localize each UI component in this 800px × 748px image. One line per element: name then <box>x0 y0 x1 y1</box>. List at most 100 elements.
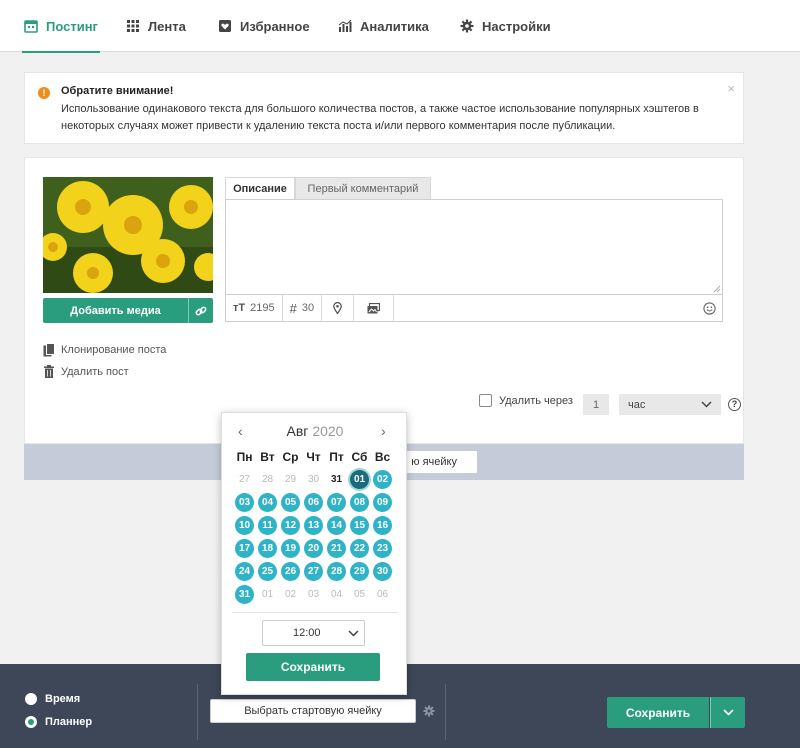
calendar-day[interactable]: 27 <box>304 562 323 581</box>
alert-text: Использование одинакового текста для бол… <box>61 103 699 132</box>
location-pin-icon <box>333 302 342 314</box>
mode-time-radio[interactable] <box>25 693 37 705</box>
tab-settings[interactable]: Настройки <box>460 0 551 52</box>
post-image[interactable] <box>43 177 213 293</box>
mode-planner-option[interactable]: Планнер <box>25 716 92 728</box>
calendar-day: 01 <box>261 589 274 600</box>
calendar-day[interactable]: 15 <box>350 516 369 535</box>
save-options-dropdown[interactable] <box>710 697 745 728</box>
calendar-day[interactable]: 02 <box>373 470 392 489</box>
mode-planner-label: Планнер <box>45 716 93 728</box>
tab-feed[interactable]: Лента <box>126 0 186 52</box>
select-start-cell-button[interactable]: Выбрать стартовую ячейку <box>210 699 416 723</box>
location-button[interactable] <box>322 295 355 321</box>
calendar-icon <box>24 20 38 33</box>
post-text-editor[interactable] <box>225 199 723 295</box>
trash-icon <box>44 365 54 378</box>
gear-icon[interactable] <box>422 704 436 718</box>
calendar-day[interactable]: 25 <box>258 562 277 581</box>
calendar-day[interactable]: 13 <box>304 516 323 535</box>
help-icon[interactable]: ? <box>728 398 741 411</box>
text-size-icon: тТ <box>233 302 246 314</box>
link-button[interactable] <box>188 298 213 323</box>
calendar-day[interactable]: 11 <box>258 516 277 535</box>
calendar-day[interactable]: 24 <box>235 562 254 581</box>
delete-after-checkbox[interactable] <box>479 394 492 407</box>
calendar-day: 31 <box>330 474 343 485</box>
gallery-button[interactable] <box>354 295 395 321</box>
clone-post-action[interactable]: Клонирование поста <box>43 343 166 357</box>
calendar-day[interactable]: 14 <box>327 516 346 535</box>
calendar-day[interactable]: 23 <box>373 539 392 558</box>
calendar-day[interactable]: 12 <box>281 516 300 535</box>
calendar-day[interactable]: 06 <box>304 493 323 512</box>
add-media-button[interactable]: Добавить медиа <box>43 298 188 323</box>
calendar-day[interactable]: 29 <box>350 562 369 581</box>
calendar-day: 05 <box>353 589 366 600</box>
editor-toolbar: тТ 2195 # 30 <box>225 295 723 322</box>
hashtag-counter[interactable]: # 30 <box>283 295 323 321</box>
link-icon <box>195 306 207 315</box>
calendar-day: 27 <box>238 474 251 485</box>
calendar-day: 06 <box>376 589 389 600</box>
calendar-day[interactable]: 04 <box>258 493 277 512</box>
delete-after-unit-select[interactable]: час <box>619 394 721 415</box>
next-month-button[interactable]: › <box>381 423 386 439</box>
hashtag-count: 30 <box>301 302 315 314</box>
calendar-day[interactable]: 30 <box>373 562 392 581</box>
delete-post-action[interactable]: Удалить пост <box>43 365 129 378</box>
tab-analytics-label: Аналитика <box>360 18 429 34</box>
tab-settings-label: Настройки <box>482 18 551 34</box>
footer-divider <box>197 684 198 740</box>
mode-time-option[interactable]: Время <box>25 693 80 705</box>
tab-favorites[interactable]: Избранное <box>218 0 310 52</box>
calendar-day[interactable]: 08 <box>350 493 369 512</box>
heart-icon <box>219 20 231 32</box>
tab-description[interactable]: Описание <box>225 177 295 199</box>
notice-alert: ! Обратите внимание! Использование одина… <box>24 72 744 144</box>
resize-handle-icon[interactable] <box>713 285 721 293</box>
calendar-day[interactable]: 09 <box>373 493 392 512</box>
calendar-day[interactable]: 20 <box>304 539 323 558</box>
calendar-day[interactable]: 03 <box>235 493 254 512</box>
chevron-down-icon <box>348 630 359 637</box>
calendar-day[interactable]: 26 <box>281 562 300 581</box>
time-select[interactable]: 12:00 <box>262 620 365 646</box>
copy-icon <box>43 343 55 357</box>
tab-favorites-label: Избранное <box>240 18 310 34</box>
images-icon <box>367 302 381 313</box>
footer-divider <box>445 684 446 740</box>
chart-icon <box>338 19 352 32</box>
calendar-day[interactable]: 07 <box>327 493 346 512</box>
top-nav: Постинг Лента Избранное Аналитика Настро… <box>0 0 800 53</box>
calendar-day[interactable]: 05 <box>281 493 300 512</box>
calendar-day[interactable]: 22 <box>350 539 369 558</box>
calendar-day[interactable]: 19 <box>281 539 300 558</box>
weekday-header: Вс <box>374 450 391 464</box>
tab-analytics[interactable]: Аналитика <box>338 0 429 52</box>
exclamation-icon: ! <box>38 87 50 99</box>
delete-after-number[interactable]: 1 <box>583 394 609 415</box>
calendar-day[interactable]: 31 <box>235 585 254 604</box>
calendar-day-selected[interactable]: 01 <box>350 470 369 489</box>
char-count: 2195 <box>250 302 275 314</box>
calendar-save-button[interactable]: Сохранить <box>246 653 380 681</box>
tab-posting-label: Постинг <box>46 18 98 34</box>
calendar-day[interactable]: 16 <box>373 516 392 535</box>
emoji-button[interactable] <box>697 301 722 315</box>
close-icon[interactable]: × <box>727 81 735 96</box>
calendar-day[interactable]: 28 <box>327 562 346 581</box>
tab-posting[interactable]: Постинг <box>22 0 100 53</box>
calendar-day[interactable]: 10 <box>235 516 254 535</box>
calendar-day: 28 <box>261 474 274 485</box>
alert-title: Обратите внимание! <box>61 85 174 97</box>
calendar-day[interactable]: 17 <box>235 539 254 558</box>
tab-first-comment[interactable]: Первый комментарий <box>295 177 431 199</box>
save-button[interactable]: Сохранить <box>607 697 709 728</box>
mode-planner-radio[interactable] <box>25 716 37 728</box>
calendar-day[interactable]: 18 <box>258 539 277 558</box>
chevron-down-icon <box>722 709 734 716</box>
flower-photo <box>43 177 213 293</box>
date-picker-popup: ‹ Авг 2020 › Пн Вт Ср Чт Пт Сб Вс 27 28 29 30 31 01 0… <box>221 412 407 695</box>
calendar-day[interactable]: 21 <box>327 539 346 558</box>
